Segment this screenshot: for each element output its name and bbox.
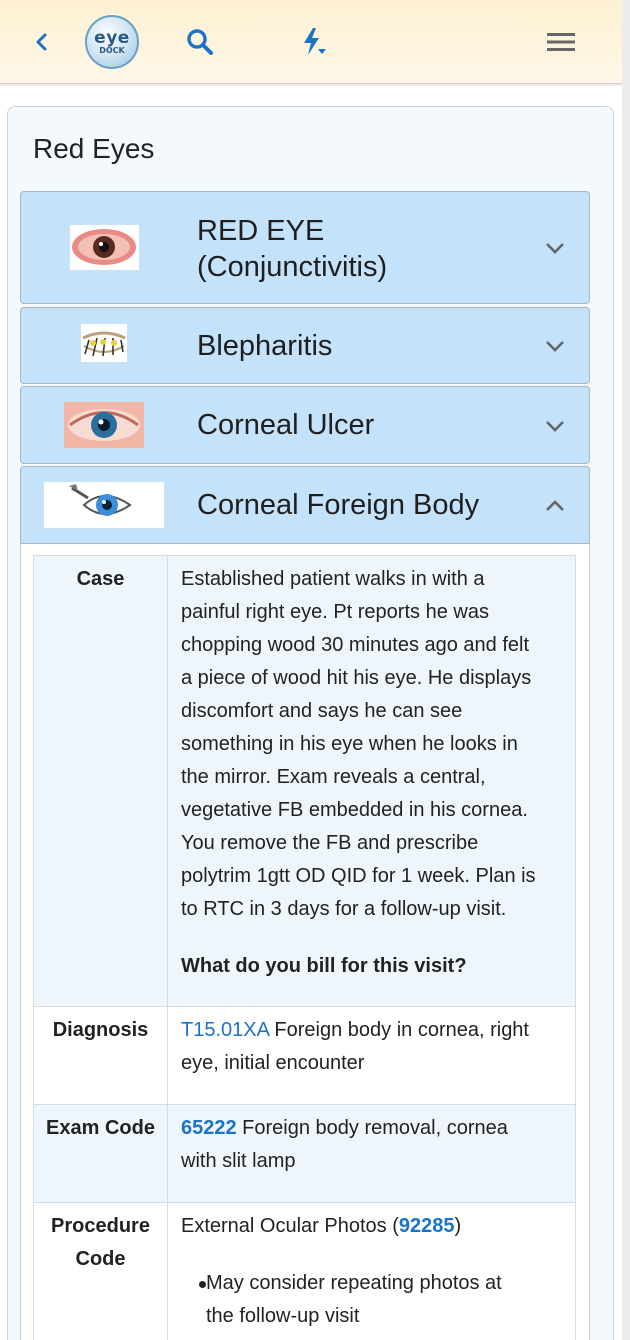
- search-icon: [187, 29, 213, 55]
- row-label: Exam Code: [34, 1105, 168, 1202]
- accordion-item-blepharitis[interactable]: Blepharitis: [20, 307, 590, 384]
- procedure-note: May consider repeating photos at the fol…: [206, 1267, 566, 1333]
- table-row-case: Case Established patient walks in with a…: [34, 556, 575, 1007]
- case-line: Established patient walks in with a: [181, 568, 485, 590]
- procedure-description: External Ocular Photos (: [181, 1215, 399, 1237]
- case-line: painful right eye. Pt reports he was: [181, 601, 489, 623]
- case-line: to RTC in 3 days for a follow-up visit.: [181, 898, 507, 920]
- case-line: the mirror. Exam reveals a central,: [181, 766, 486, 788]
- table-row-procedure-code: Procedure Code External Ocular Photos (9…: [34, 1203, 575, 1340]
- accordion-title: RED EYE (Conjunctivitis): [197, 213, 387, 285]
- exam-description: Foreign body removal, cornea: [236, 1117, 508, 1139]
- exam-text: 65222 Foreign body removal, cornea with …: [181, 1112, 566, 1178]
- row-label: Case: [34, 556, 168, 1006]
- case-line: chopping wood 30 minutes ago and felt: [181, 634, 530, 656]
- procedure-note-line: May consider repeating photos at: [206, 1272, 502, 1294]
- chevron-down-icon: [546, 341, 564, 352]
- diagnosis-description: Foreign body in cornea, right: [268, 1019, 529, 1041]
- quick-actions-button[interactable]: [290, 0, 336, 84]
- table-row-exam-code: Exam Code 65222 Foreign body removal, co…: [34, 1105, 575, 1203]
- row-label-line: Procedure: [51, 1215, 150, 1237]
- procedure-code-link[interactable]: 92285: [399, 1215, 455, 1237]
- accordion-title: Corneal Foreign Body: [197, 489, 480, 521]
- accordion-item-corneal-ulcer[interactable]: Corneal Ulcer: [20, 386, 590, 464]
- back-button[interactable]: [22, 0, 62, 84]
- procedure-text: External Ocular Photos (92285): [181, 1210, 566, 1243]
- bullet-dot: [199, 1281, 206, 1288]
- accordion-title-line: (Conjunctivitis): [197, 251, 388, 283]
- case-line: a piece of wood hit his eye. He displays: [181, 667, 532, 689]
- case-question: What do you bill for this visit?: [181, 955, 467, 977]
- lightning-bolt-icon: [304, 28, 326, 55]
- menu-button[interactable]: [536, 0, 586, 84]
- blepharitis-thumbnail: [81, 324, 127, 362]
- top-navigation-bar: eye DOCK: [0, 0, 622, 84]
- case-line: You remove the FB and prescribe: [181, 832, 479, 854]
- search-button[interactable]: [178, 0, 222, 84]
- billing-table: Case Established patient walks in with a…: [33, 555, 576, 1340]
- red-eye-thumbnail: [70, 225, 139, 270]
- logo-text-bottom: DOCK: [99, 45, 125, 55]
- case-line: vegetative FB embedded in his cornea.: [181, 799, 528, 821]
- row-label: Procedure Code: [34, 1203, 168, 1340]
- scrollbar-track[interactable]: [622, 0, 630, 1340]
- foreign-body-thumbnail: [44, 482, 164, 528]
- case-line: polytrim 1gtt OD QID for 1 week. Plan is: [181, 865, 536, 887]
- chevron-down-icon: [546, 421, 564, 432]
- logo-text-top: eye: [94, 27, 130, 48]
- accordion-title: Corneal Ulcer: [197, 409, 375, 441]
- procedure-note-line: the follow-up visit: [206, 1305, 360, 1327]
- row-label-line: Code: [75, 1248, 126, 1270]
- accordion-title: Blepharitis: [197, 330, 333, 362]
- accordion-item-corneal-foreign-body[interactable]: Corneal Foreign Body: [20, 466, 590, 544]
- procedure-paren: ): [454, 1215, 462, 1237]
- accordion-title-line: RED EYE: [197, 215, 325, 247]
- hamburger-menu-icon: [547, 33, 575, 51]
- diagnosis-description: eye, initial encounter: [181, 1052, 365, 1074]
- case-line: something in his eye when he looks in: [181, 733, 518, 755]
- content-panel: Red Eyes RED EYE (Conjunctivitis) Blepha…: [7, 106, 614, 1340]
- case-text: Established patient walks in with a pain…: [181, 563, 566, 983]
- chevron-left-icon: [36, 33, 47, 51]
- corneal-ulcer-thumbnail: [64, 402, 144, 448]
- exam-code-link[interactable]: 65222: [181, 1117, 237, 1139]
- diagnosis-code-link[interactable]: T15.01XA: [181, 1019, 269, 1041]
- accordion-item-red-eye[interactable]: RED EYE (Conjunctivitis): [20, 191, 590, 304]
- eyedock-logo[interactable]: eye DOCK: [84, 0, 140, 84]
- table-row-diagnosis: Diagnosis T15.01XA Foreign body in corne…: [34, 1007, 575, 1105]
- exam-description: with slit lamp: [181, 1150, 296, 1172]
- chevron-down-icon: [546, 243, 564, 254]
- logo-badge: eye DOCK: [85, 15, 139, 69]
- page-title: Red Eyes: [33, 133, 155, 164]
- chevron-up-icon: [546, 500, 564, 511]
- case-line: discomfort and says he can see: [181, 700, 463, 722]
- row-label: Diagnosis: [34, 1007, 168, 1104]
- diagnosis-text: T15.01XA Foreign body in cornea, right e…: [181, 1014, 566, 1080]
